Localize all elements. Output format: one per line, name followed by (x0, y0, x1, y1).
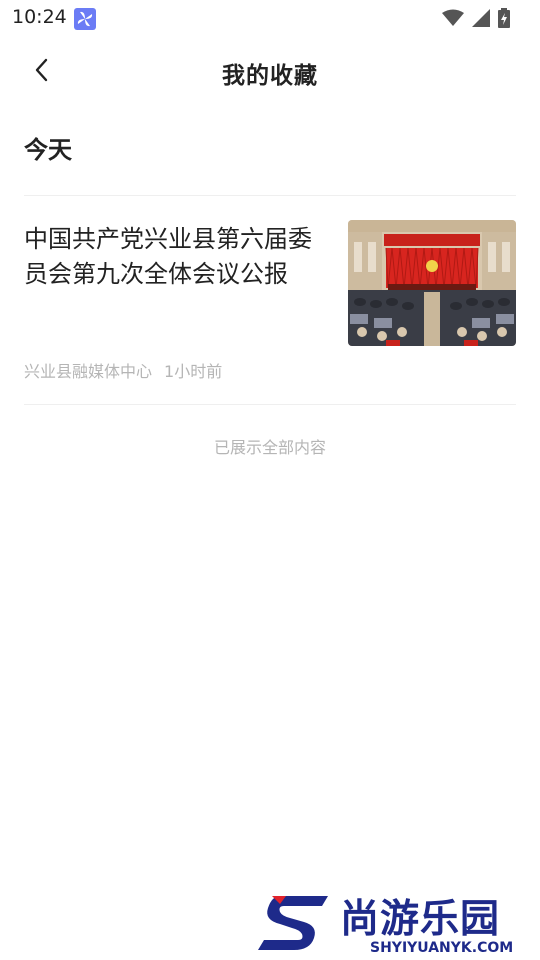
watermark-logo-icon (258, 892, 330, 960)
app-notification-icon (74, 8, 96, 30)
section-header-today: 今天 (24, 136, 72, 164)
article-title: 中国共产党兴业县第六届委员会第九次全体会议公报 (24, 225, 312, 288)
article-time: 1小时前 (164, 362, 223, 381)
page-title: 我的收藏 (222, 63, 318, 89)
status-time: 10:24 (12, 6, 67, 28)
favorite-article-card[interactable]: 中国共产党兴业县第六届委员会第九次全体会议公报 兴业县融媒体中心 1小时前 (0, 196, 540, 404)
article-source: 兴业县融媒体中心 (24, 362, 153, 381)
article-meta: 兴业县融媒体中心 1小时前 (24, 358, 222, 382)
watermark-subtitle: SHYIYUANYK.COM (370, 940, 514, 956)
end-of-list-text: 已展示全部内容 (213, 438, 326, 457)
wifi-icon (442, 9, 464, 31)
signal-icon (472, 9, 490, 31)
divider (24, 404, 516, 405)
status-icons (442, 8, 510, 32)
watermark-title: 尚游乐园 (340, 897, 501, 942)
watermark: 尚游乐园 SHYIYUANYK.COM (258, 888, 540, 960)
article-thumbnail (348, 220, 516, 346)
nav-bar: 我的收藏 (0, 36, 540, 108)
status-bar: 10:24 (0, 0, 540, 36)
battery-charging-icon (498, 8, 510, 32)
